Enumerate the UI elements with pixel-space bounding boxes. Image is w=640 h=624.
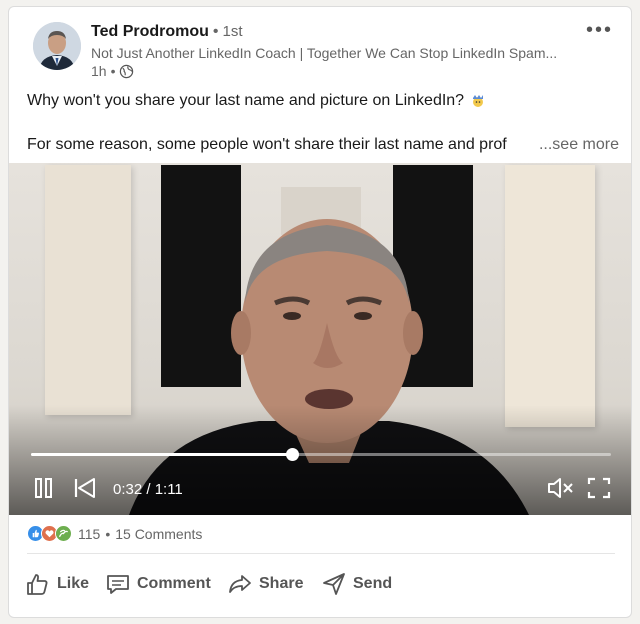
reaction-count[interactable]: 115 — [78, 526, 100, 542]
video-player[interactable]: 0:32 / 1:11 — [9, 163, 631, 515]
send-icon — [323, 573, 345, 595]
globe-icon — [119, 64, 134, 79]
skip-back-icon[interactable] — [73, 477, 97, 499]
video-controls: 0:32 / 1:11 — [9, 473, 631, 505]
video-progress-bar[interactable] — [31, 448, 611, 461]
comments-count-link[interactable]: 15 Comments — [115, 526, 202, 542]
comment-label: Comment — [137, 575, 211, 592]
reaction-icons[interactable] — [27, 525, 72, 542]
post-actions-bar: Like Comment Share Send — [9, 567, 631, 601]
like-button[interactable]: Like — [25, 567, 89, 601]
post-meta: 1h • — [91, 63, 134, 79]
share-label: Share — [259, 575, 304, 592]
author-avatar[interactable] — [33, 22, 81, 70]
share-button[interactable]: Share — [227, 567, 303, 601]
separator-dot: • — [212, 23, 219, 40]
author-name[interactable]: Ted Prodromou — [91, 23, 209, 40]
post-header: Ted Prodromou • 1st Not Just Another Linke… — [9, 7, 631, 87]
post-text-line: For some reason, some people won't share… — [27, 135, 619, 155]
post-time: 1h — [91, 63, 107, 79]
post-text-line: Why won't you share your last name and p… — [27, 91, 619, 111]
post-text-first: Why won't you share your last name and p… — [27, 92, 465, 109]
post-text-second: For some reason, some people won't share… — [27, 136, 507, 153]
feed-post-card: Ted Prodromou • 1st Not Just Another Linke… — [8, 6, 632, 618]
like-label: Like — [57, 575, 90, 592]
send-label: Send — [353, 575, 393, 592]
pause-icon[interactable] — [33, 477, 55, 499]
divider — [27, 553, 615, 554]
support-reaction-icon — [55, 525, 72, 542]
video-time: 0:32 / 1:11 — [113, 481, 183, 498]
post-body: Why won't you share your last name and p… — [27, 91, 619, 155]
emoji-icon — [470, 93, 486, 109]
connection-degree: 1st — [222, 23, 243, 40]
separator-dot: • — [105, 525, 111, 542]
fullscreen-icon[interactable] — [587, 477, 611, 499]
volume-muted-icon[interactable] — [547, 477, 575, 499]
see-more-link[interactable]: ...see more — [539, 135, 619, 155]
video-progress-fill — [31, 453, 292, 456]
comment-button[interactable]: Comment — [105, 567, 211, 601]
video-scrubber-handle[interactable] — [286, 448, 299, 461]
author-headline: Not Just Another LinkedIn Coach | Togeth… — [91, 45, 558, 61]
comment-icon — [107, 575, 129, 594]
send-button[interactable]: Send — [321, 567, 392, 601]
separator-dot: • — [110, 63, 116, 79]
thumbs-up-icon — [27, 574, 48, 595]
author-name-row: Ted Prodromou • 1st — [91, 23, 243, 41]
social-counts: 115 • 15 Comments — [27, 525, 202, 542]
share-arrow-icon — [229, 575, 251, 593]
ellipsis-icon[interactable]: ••• — [586, 20, 613, 40]
